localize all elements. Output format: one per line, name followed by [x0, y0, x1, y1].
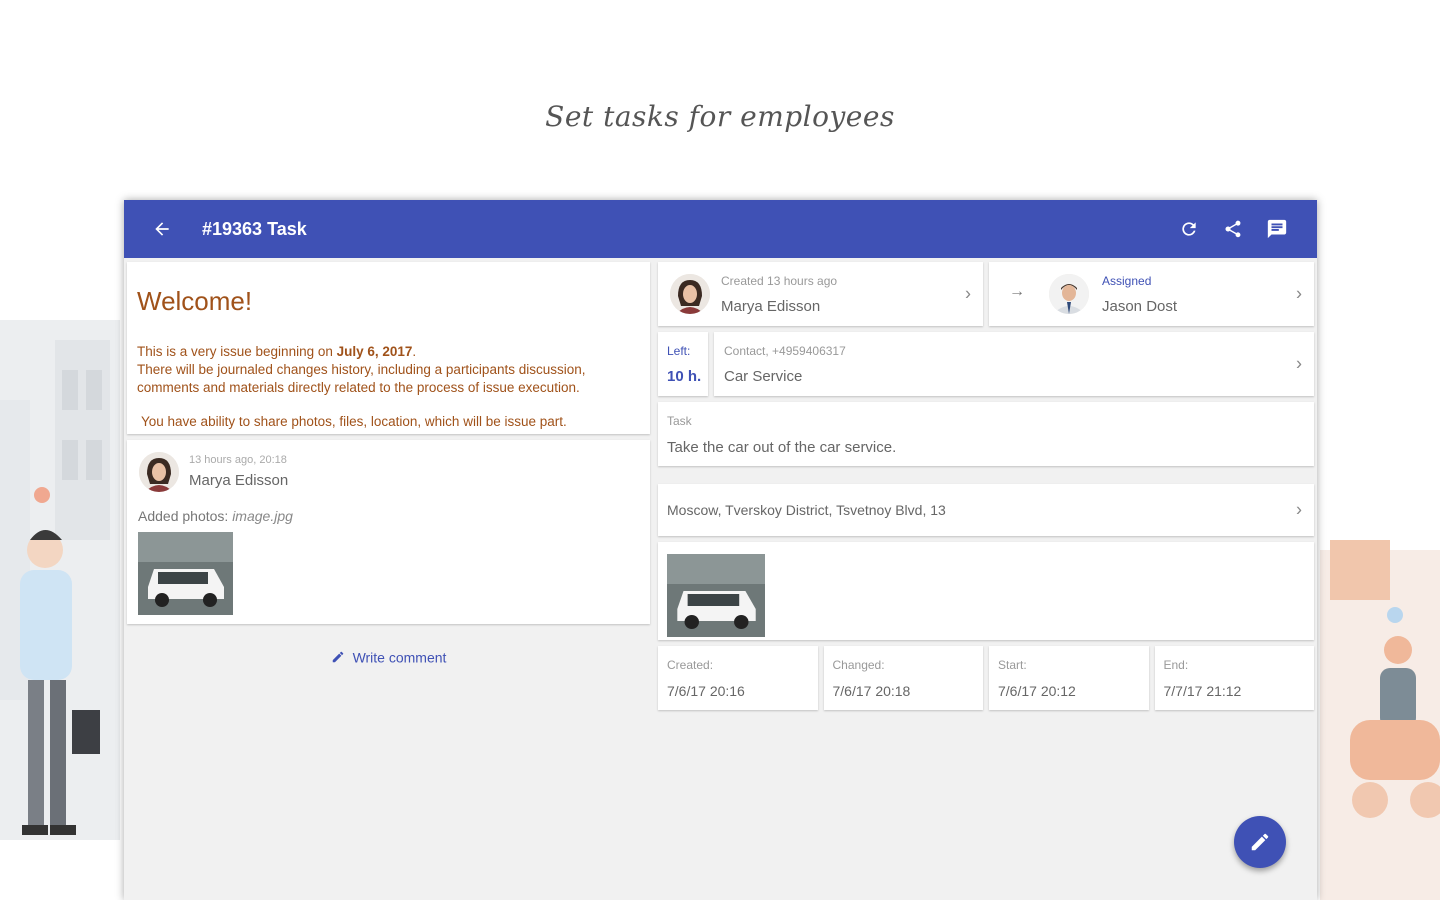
task-photo-thumbnail[interactable] [667, 554, 765, 637]
comment-meta: 13 hours ago, 20:18 [189, 454, 287, 466]
contact-label: Contact, +4959406317 [724, 344, 846, 358]
woman-avatar-icon [670, 274, 710, 314]
share-icon [1225, 220, 1241, 238]
page-title: #19363 Task [202, 218, 307, 239]
edit-pencil-icon [1251, 833, 1269, 851]
attachment-link[interactable]: image.jpg [232, 508, 293, 524]
address-text: Moscow, Tverskoy District, Tsvetnoy Blvd… [667, 502, 946, 518]
write-comment-label: Write comment [352, 649, 447, 666]
city-illustration [0, 320, 120, 840]
task-details-column: Created 13 hours ago Marya Edisson › → A… [658, 262, 1314, 716]
refresh-button[interactable] [1167, 207, 1211, 251]
share-button[interactable] [1211, 207, 1255, 251]
time-left-cell: Left: 10 h. [658, 332, 708, 396]
photos-cell [658, 542, 1314, 640]
creator-name: Marya Edisson [721, 298, 821, 315]
attached-photo-thumbnail[interactable] [138, 532, 233, 615]
start-value: 7/6/17 20:12 [998, 683, 1076, 699]
man-avatar-icon [1049, 274, 1089, 314]
welcome-line3: You have ability to share photos, files,… [141, 414, 567, 429]
address-cell[interactable]: Moscow, Tverskoy District, Tsvetnoy Blvd… [658, 484, 1314, 536]
write-comment-button[interactable]: Write comment [127, 648, 650, 665]
created-date-cell: Created: 7/6/17 20:16 [658, 646, 818, 710]
app-bar: #19363 Task [124, 200, 1317, 258]
time-left-value: 10 h. [667, 368, 702, 385]
time-left-label: Left: [667, 344, 691, 358]
contact-value: Car Service [724, 368, 803, 385]
assignee-avatar [1049, 274, 1089, 314]
assignee-name: Jason Dost [1102, 298, 1178, 315]
task-label: Task [667, 414, 692, 428]
comment-added: Added photos: image.jpg [138, 508, 293, 524]
courier-illustration [1320, 540, 1440, 900]
end-label: End: [1163, 658, 1189, 672]
car-photo-icon [667, 554, 765, 637]
discussion-column: Welcome! This is a very issue beginning … [127, 262, 650, 665]
welcome-card: Welcome! This is a very issue beginning … [127, 262, 650, 434]
assignee-cell[interactable]: → Assigned Jason Dost › [989, 262, 1314, 326]
task-description: Take the car out of the car service. [667, 439, 897, 456]
creator-cell[interactable]: Created 13 hours ago Marya Edisson › [658, 262, 983, 326]
car-photo-icon [138, 532, 233, 615]
chevron-right-icon: › [1296, 353, 1302, 374]
arrow-left-icon [155, 222, 169, 236]
pencil-icon [332, 652, 343, 663]
arrow-right-icon: → [1009, 283, 1025, 300]
tablet-screen: #19363 Task Welcome! This is a very issu… [124, 200, 1317, 900]
chevron-right-icon: › [1296, 499, 1302, 520]
welcome-text: This is a very issue beginning on July 6… [137, 343, 640, 397]
woman-avatar-icon [139, 452, 179, 492]
added-label: Added photos: [138, 508, 229, 524]
created-label: Created: [667, 658, 714, 672]
contact-cell[interactable]: Contact, +4959406317 Car Service › [714, 332, 1314, 396]
chevron-right-icon: › [1296, 283, 1302, 304]
end-date-cell[interactable]: End: 7/7/17 21:12 [1154, 646, 1314, 710]
welcome-heading: Welcome! [137, 286, 253, 316]
chevron-right-icon: › [965, 283, 971, 304]
comment-author: Marya Edisson [189, 472, 289, 489]
start-label: Start: [998, 658, 1027, 672]
back-button[interactable] [142, 209, 182, 249]
page-caption: Set tasks for employees [545, 100, 895, 133]
changed-value: 7/6/17 20:18 [832, 683, 911, 699]
changed-date-cell: Changed: 7/6/17 20:18 [823, 646, 983, 710]
welcome-line1: This is a very issue beginning on [137, 344, 337, 359]
refresh-icon [1182, 222, 1196, 236]
assignee-label: Assigned [1102, 274, 1152, 288]
start-date-cell[interactable]: Start: 7/6/17 20:12 [989, 646, 1149, 710]
task-description-cell: Task Take the car out of the car service… [658, 402, 1314, 466]
creator-avatar [670, 274, 710, 314]
avatar [139, 452, 179, 492]
changed-label: Changed: [832, 658, 885, 672]
welcome-date: July 6, 2017 [336, 344, 413, 359]
welcome-line2: There will be journaled changes history,… [137, 362, 586, 395]
created-value: 7/6/17 20:16 [667, 683, 745, 699]
welcome-line1-end: . [412, 344, 417, 359]
comment-card: 13 hours ago, 20:18 Marya Edisson Added … [127, 440, 650, 624]
chat-button[interactable] [1255, 207, 1299, 251]
creator-label: Created 13 hours ago [721, 274, 838, 288]
chat-icon [1267, 219, 1287, 239]
edit-task-fab[interactable] [1234, 816, 1286, 868]
end-value: 7/7/17 21:12 [1163, 683, 1242, 699]
